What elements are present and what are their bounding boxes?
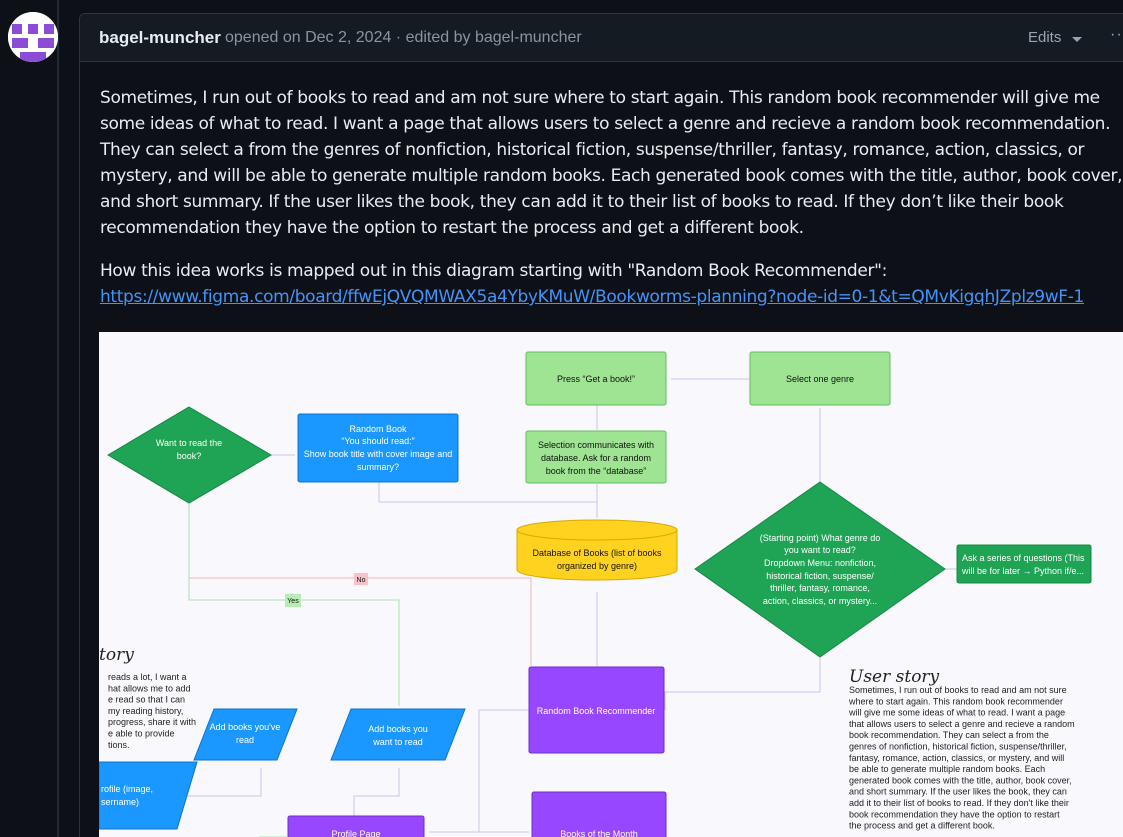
add-read-label: read [236,735,254,745]
left-story-title: tory [99,645,134,665]
yes-tag-label: Yes [287,598,299,605]
starting-point-node [694,481,946,658]
ask-questions-node [956,544,1092,584]
select-genre-label: Select one genre [786,374,854,384]
random-book-label: Show book title with cover image and [304,449,453,459]
books-month-label: Books of the Month [560,829,638,837]
starting-point-label: action, classics, or mystery... [763,596,877,606]
issue-page: bagel-muncher opened on Dec 2, 2024 · ed… [0,0,1123,837]
figma-link[interactable]: https://www.figma.com/board/ffwEjQVQMWAX… [100,287,1084,307]
starting-point-label: Dropdown Menu: nonfiction, [764,558,876,568]
profile-page-label: Profile Page [331,829,380,837]
want-to-read-label: book? [177,451,202,461]
starting-point-label: (Starting point) What genre do [760,533,881,543]
story-line: generated book comes with the title, aut… [849,775,1072,785]
press-get-book-label: Press “Get a book!” [557,374,635,384]
starting-point-label: historical fiction, suspense/ [766,571,874,581]
want-to-read-label: Want to read the [156,438,222,448]
profile-label: rofile (image, [101,784,153,794]
profile-node [99,761,198,830]
ask-questions-label: Ask a series of questions (This [962,553,1085,563]
story-line: fantasy, romance, action, classics, or m… [849,753,1064,763]
random-book-label: Random Book [349,424,407,434]
comment-meta: opened on Dec 2, 2024 · edited by bagel-… [225,29,582,46]
starting-point-label: you want to read? [784,545,856,555]
story-line: book recommendation. They can select a f… [849,730,1049,740]
add-want-label: want to read [372,737,423,747]
database-label: Database of Books (list of books [532,548,662,558]
database-top [516,519,678,541]
left-story-text: reads a lot, I want ahat allows me to ad… [108,672,196,750]
body-paragraph: Sometimes, I run out of books to read an… [100,88,1123,238]
connector [378,482,597,503]
connector [185,768,262,797]
story-line: and short summary. If the user likes the… [849,787,1067,797]
author-link[interactable]: bagel-muncher [99,28,221,48]
user-story-text: Sometimes, I run out of books to read an… [848,685,1075,831]
identicon-icon [8,12,58,62]
story-line: reads a lot, I want a [108,672,187,682]
more-options-icon[interactable]: ·· [1110,26,1123,44]
flowchart: Press “Get a book!” Select one genre Wan… [99,351,1092,837]
story-line: progress, share it with [108,717,196,727]
story-line: tions. [108,740,130,750]
story-line: where to start again. This random book r… [848,696,1063,706]
add-want-node [330,708,466,761]
flowchart-image: Press “Get a book!” Select one genre Wan… [99,332,1123,837]
story-line: add it to their list of books to read. I… [849,798,1069,808]
story-line: e able to provide [108,729,175,739]
connector [664,658,821,710]
chevron-down-icon [1072,37,1082,42]
user-story-title: User story [849,667,940,687]
selection-label: database. Ask for a random [541,453,651,463]
story-line: genres of nonfiction, historical fiction… [849,742,1067,752]
story-line: e read so that I can [108,695,185,705]
story-line: book recommendation they have the option… [849,809,1060,819]
body-paragraph: How this idea works is mapped out in thi… [100,258,1123,310]
story-line: be able to generate multiple random book… [849,764,1045,774]
database-label: organized by genre) [557,561,637,571]
random-book-label: “You should read:” [341,436,414,446]
story-line: hat allows me to add [108,683,191,693]
story-line: the process and get a different book. [849,821,995,831]
selection-label: Selection communicates with [538,440,654,450]
story-line: Sometimes, I run out of books to read an… [849,685,1067,695]
story-line: that allows users to select a genre and … [849,719,1075,729]
profile-label: sername) [101,797,139,807]
story-line: will give me some ideas of what to read.… [848,708,1065,718]
timeline-line [57,0,59,837]
add-want-label: Add books you [368,724,428,734]
add-read-label: Add books you've [210,722,281,732]
selection-label: book from the “database” [546,466,647,476]
edits-dropdown[interactable]: Edits [1028,29,1061,46]
recommender-label: Random Book Recommender [537,706,656,716]
random-book-label: summary? [357,462,399,472]
avatar[interactable] [8,12,58,62]
no-tag-label: No [357,577,366,584]
comment-body: Sometimes, I run out of books to read an… [100,85,1123,327]
connector [478,709,529,832]
ask-questions-label: will be for later → Python if/e... [961,566,1084,576]
connector [353,768,400,816]
story-line: my reading history, [108,706,183,716]
starting-point-label: thriller, fantasy, romance, [770,583,870,593]
diagram-intro: How this idea works is mapped out in thi… [100,261,887,281]
comment-header: bagel-muncher opened on Dec 2, 2024 · ed… [80,14,1123,62]
